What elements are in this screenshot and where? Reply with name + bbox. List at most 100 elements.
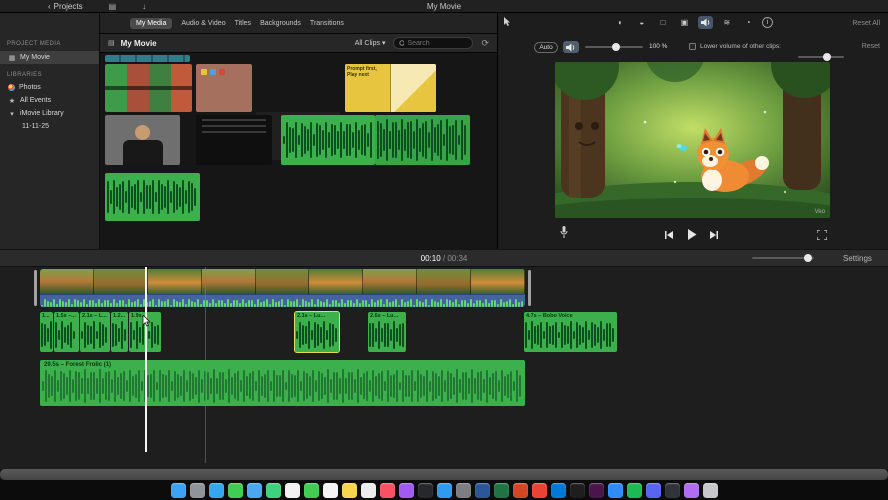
reminders-icon[interactable] bbox=[360, 483, 376, 498]
color-correction-icon[interactable]: ◒ bbox=[634, 16, 649, 29]
sidebar-item-imovie-library[interactable]: ▾ iMovie Library bbox=[0, 107, 99, 120]
tab-backgrounds[interactable]: Backgrounds bbox=[260, 20, 301, 27]
waveform-bar bbox=[419, 128, 421, 152]
auto-volume-button[interactable]: Auto bbox=[534, 42, 558, 53]
trim-handle-left[interactable] bbox=[34, 270, 37, 306]
playhead[interactable] bbox=[145, 267, 147, 452]
timeline-audio-clip[interactable]: 1... bbox=[40, 312, 53, 352]
volume-icon[interactable] bbox=[698, 16, 714, 29]
waveform-bar bbox=[302, 324, 304, 346]
photos-icon[interactable] bbox=[284, 483, 300, 498]
media-thumbnail[interactable] bbox=[105, 55, 190, 62]
sidebar-toggle-icon[interactable]: ▤ bbox=[108, 39, 115, 47]
lower-volume-checkbox[interactable] bbox=[689, 43, 696, 50]
obs-icon[interactable] bbox=[664, 483, 680, 498]
previous-frame-button[interactable] bbox=[664, 231, 674, 239]
fullscreen-icon[interactable] bbox=[817, 230, 827, 240]
calendar-icon[interactable] bbox=[322, 483, 338, 498]
trash-icon[interactable] bbox=[702, 483, 718, 498]
volume-slider-knob[interactable] bbox=[611, 43, 620, 51]
imovie-icon[interactable] bbox=[683, 483, 699, 498]
tab-my-media[interactable]: My Media bbox=[130, 17, 173, 29]
system-settings-icon[interactable] bbox=[455, 483, 471, 498]
media-thumbnail[interactable] bbox=[105, 173, 200, 221]
stabilization-icon[interactable]: ▣ bbox=[677, 16, 692, 29]
powerpoint-icon[interactable] bbox=[512, 483, 528, 498]
noise-reduction-icon[interactable]: ≋ bbox=[719, 16, 734, 29]
sidebar-item-my-movie[interactable]: ▦ My Movie bbox=[0, 51, 99, 64]
waveform-bar bbox=[270, 381, 272, 391]
terminal-icon[interactable] bbox=[569, 483, 585, 498]
waveform-bar bbox=[240, 379, 242, 393]
podcasts-icon[interactable] bbox=[398, 483, 414, 498]
media-thumbnail[interactable] bbox=[281, 115, 375, 165]
facetime-icon[interactable] bbox=[303, 483, 319, 498]
color-balance-icon[interactable]: ◐ bbox=[613, 16, 628, 29]
spotify-icon[interactable] bbox=[626, 483, 642, 498]
waveform-bar bbox=[236, 299, 238, 307]
word-icon[interactable] bbox=[474, 483, 490, 498]
search-field[interactable] bbox=[393, 37, 474, 49]
sidebar-item-all-events[interactable]: ★ All Events bbox=[0, 94, 99, 107]
crop-icon[interactable]: □ bbox=[656, 16, 671, 29]
tab-transitions[interactable]: Transitions bbox=[310, 20, 344, 27]
timeline-zoom-slider[interactable] bbox=[752, 253, 814, 263]
timeline-audio-clip-selected[interactable]: 2.1s – Lu... bbox=[294, 311, 340, 353]
waveform-bar bbox=[179, 301, 181, 307]
sidebar-item-photos[interactable]: Photos bbox=[0, 81, 99, 94]
finder-icon[interactable] bbox=[170, 483, 186, 498]
chrome-icon[interactable] bbox=[531, 483, 547, 498]
lower-volume-slider-knob[interactable] bbox=[823, 53, 832, 61]
timeline-audio-clip[interactable]: 1.5s –... bbox=[54, 312, 79, 352]
mail-icon[interactable] bbox=[246, 483, 262, 498]
timeline-audio-clip[interactable]: 2.6s – Lu... bbox=[368, 312, 406, 352]
clip-info-icon[interactable]: i bbox=[761, 17, 773, 28]
zoom-slider-knob[interactable] bbox=[804, 254, 813, 262]
app-store-icon[interactable] bbox=[436, 483, 452, 498]
tv-icon[interactable] bbox=[417, 483, 433, 498]
waveform-bar bbox=[138, 370, 140, 402]
slack-icon[interactable] bbox=[588, 483, 604, 498]
reset-button[interactable]: Reset bbox=[862, 43, 880, 50]
tab-audio-video[interactable]: Audio & Video bbox=[181, 20, 225, 27]
media-thumbnail[interactable] bbox=[375, 115, 470, 165]
media-thumbnail[interactable]: Prompt first, Play next bbox=[345, 64, 436, 112]
next-frame-button[interactable] bbox=[709, 231, 719, 239]
volume-speaker-button[interactable] bbox=[563, 41, 579, 53]
launchpad-icon[interactable] bbox=[189, 483, 205, 498]
pointer-tool-icon[interactable] bbox=[503, 17, 511, 27]
media-thumbnail[interactable] bbox=[196, 115, 272, 165]
zoom-icon[interactable] bbox=[607, 483, 623, 498]
voiceover-mic-icon[interactable] bbox=[560, 226, 568, 239]
notes-icon[interactable] bbox=[341, 483, 357, 498]
timeline-audio-clip[interactable]: 4.7s – Bobo Voice bbox=[524, 312, 617, 352]
sidebar-item-event-date[interactable]: 11-11-25 bbox=[0, 120, 99, 133]
waveform-bar bbox=[136, 321, 138, 349]
play-button[interactable] bbox=[687, 229, 697, 240]
refresh-icon[interactable]: ⟳ bbox=[481, 38, 489, 49]
media-thumbnail[interactable] bbox=[105, 64, 192, 112]
media-thumbnail[interactable] bbox=[196, 64, 252, 112]
timeline-video-clip[interactable] bbox=[40, 269, 525, 307]
vscode-icon[interactable] bbox=[550, 483, 566, 498]
volume-slider[interactable] bbox=[585, 42, 643, 52]
media-thumbnail[interactable] bbox=[105, 115, 180, 165]
excel-icon[interactable] bbox=[493, 483, 509, 498]
music-icon[interactable] bbox=[379, 483, 395, 498]
timeline-music-clip[interactable]: 29.5s – Forest Frolic (1) bbox=[40, 360, 525, 406]
tab-titles[interactable]: Titles bbox=[235, 20, 251, 27]
messages-icon[interactable] bbox=[227, 483, 243, 498]
clip-filter-dropdown[interactable]: All Clips ▾ bbox=[355, 39, 386, 47]
lower-volume-slider[interactable] bbox=[798, 52, 844, 62]
safari-icon[interactable] bbox=[208, 483, 224, 498]
filmstrip-frame bbox=[255, 269, 310, 294]
reset-all-button[interactable]: Reset All bbox=[852, 20, 880, 27]
search-input[interactable] bbox=[407, 39, 468, 47]
timeline-audio-clip[interactable]: 1.2... bbox=[111, 312, 128, 352]
timeline-audio-clip[interactable]: 2.1s – L... bbox=[80, 312, 110, 352]
discord-icon[interactable] bbox=[645, 483, 661, 498]
speed-icon[interactable]: ◔ bbox=[741, 16, 756, 29]
trim-handle-right[interactable] bbox=[528, 270, 531, 306]
maps-icon[interactable] bbox=[265, 483, 281, 498]
settings-button[interactable]: Settings bbox=[843, 254, 872, 263]
